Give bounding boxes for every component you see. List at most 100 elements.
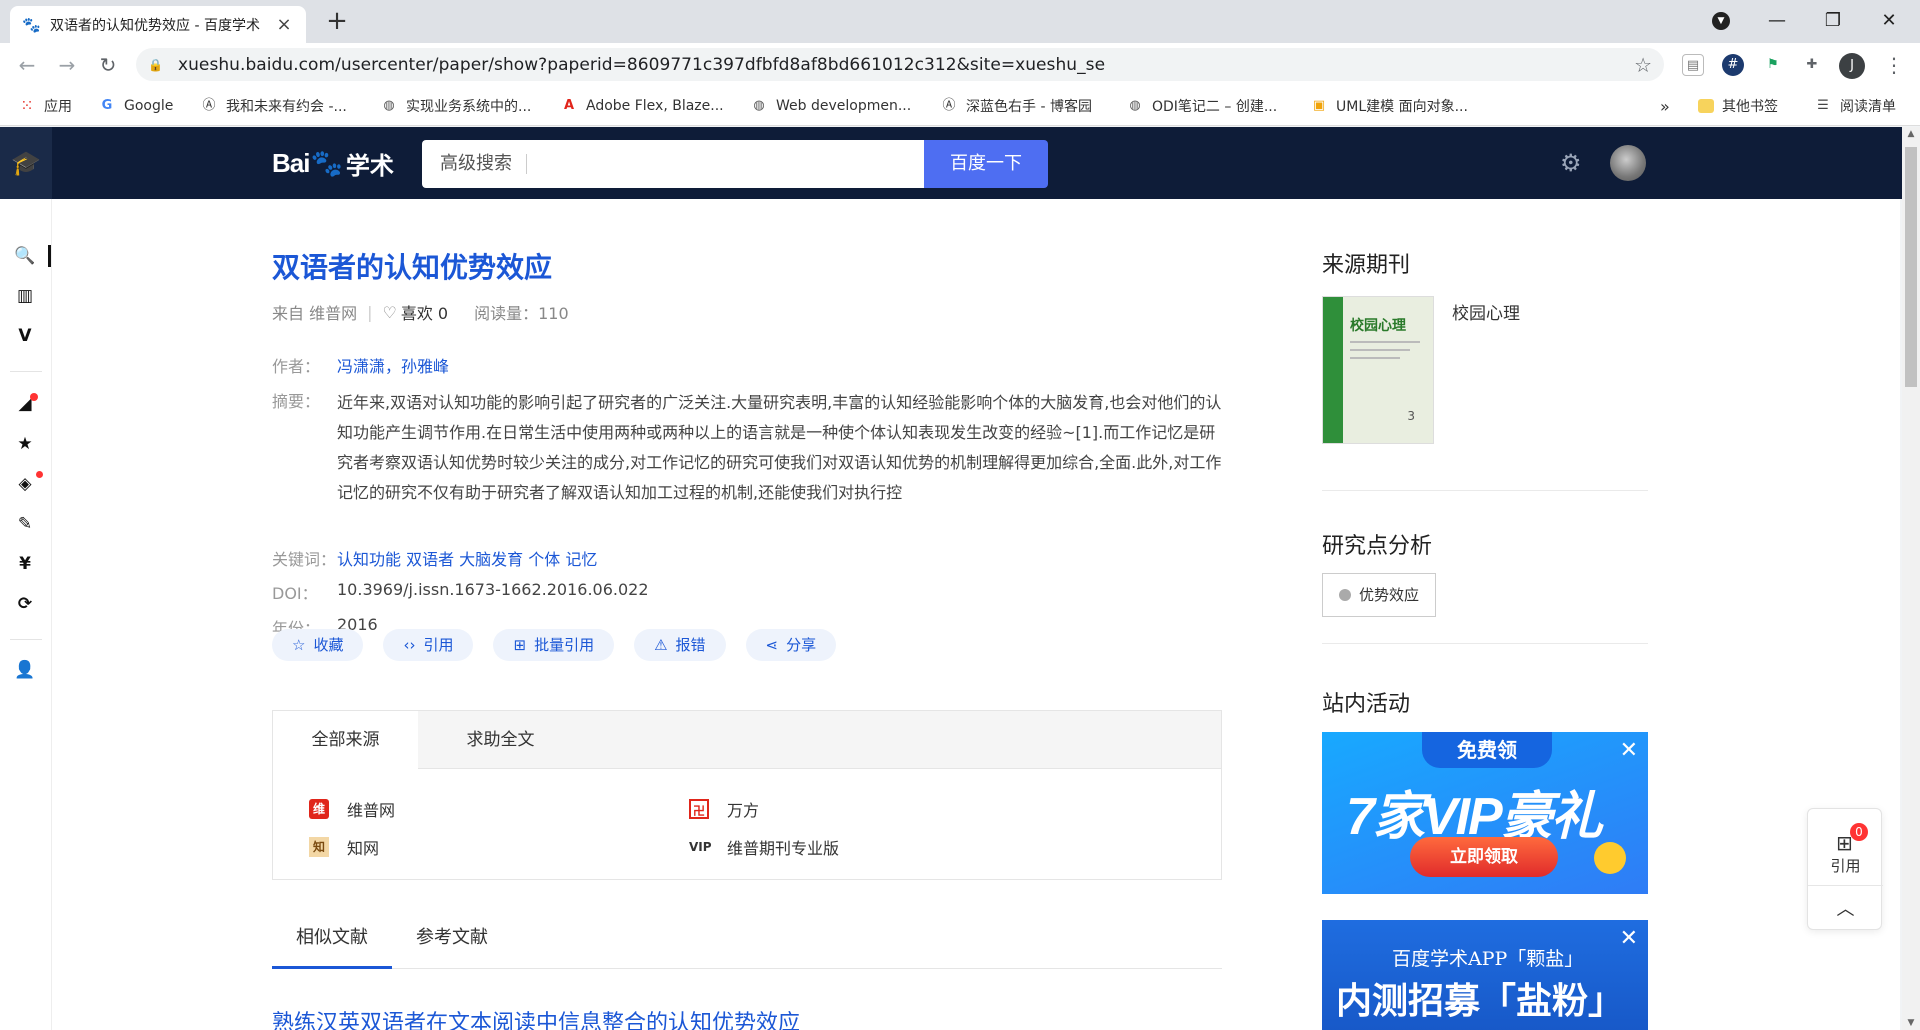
pen-icon[interactable]: ✎ <box>12 511 38 537</box>
hash-extension-icon[interactable]: # <box>1722 54 1744 76</box>
tab-search-icon[interactable]: ▼ <box>1712 12 1730 30</box>
browser-toolbar: ← → ↻ 🔒 xueshu.baidu.com/usercenter/pape… <box>0 43 1920 86</box>
cite-float-widget: ⊞ 0 引用 ︿ <box>1807 808 1883 930</box>
star-outline-icon: ☆ <box>292 636 306 654</box>
tab-all-sources[interactable]: 全部来源 <box>273 711 418 770</box>
collect-button[interactable]: ☆ 收藏 <box>272 629 364 661</box>
browser-tab[interactable]: 🐾 双语者的认知优势效应 - 百度学术 × <box>10 6 306 43</box>
code-icon: ‹› <box>403 636 416 654</box>
tab-close-icon[interactable]: × <box>274 14 294 35</box>
claim-now-button[interactable]: 立即领取 <box>1410 837 1558 877</box>
globe-icon: ◍ <box>383 98 395 113</box>
reload-icon[interactable]: ↻ <box>95 52 121 78</box>
bookmark-item[interactable]: ▣ UML建模 面向对象... <box>1310 95 1468 117</box>
maximize-icon[interactable]: ❐ <box>1818 8 1848 34</box>
library-icon[interactable]: ▥ <box>12 283 38 309</box>
banner-close-icon[interactable]: ✕ <box>1620 738 1638 763</box>
source-cnki[interactable]: 知 知网 <box>309 835 379 859</box>
bookmark-google[interactable]: G Google <box>98 95 174 117</box>
share-button[interactable]: ⋖ 分享 <box>745 629 837 661</box>
search-input[interactable]: 高级搜索 <box>422 140 924 188</box>
extensions-puzzle-icon[interactable]: ✚ <box>1801 54 1823 76</box>
search-button[interactable]: 百度一下 <box>924 140 1048 188</box>
tab-references[interactable]: 参考文献 <box>392 909 512 969</box>
bookmark-item[interactable]: ◍ Web developmen... <box>750 95 911 117</box>
advanced-search-link[interactable]: 高级搜索 <box>440 154 527 174</box>
scrollbar-thumb[interactable] <box>1905 147 1917 387</box>
tab-request-fulltext[interactable]: 求助全文 <box>418 711 583 769</box>
profile-avatar[interactable]: J <box>1839 53 1865 79</box>
scroll-down-arrow-icon[interactable]: ▼ <box>1902 1018 1920 1028</box>
search-icon[interactable]: 🔍 <box>12 243 38 269</box>
keyword-tag[interactable]: 优势效应 <box>1322 573 1437 617</box>
reader-icon[interactable]: ▤ <box>1682 54 1704 76</box>
wanfang-icon: 卍 <box>689 799 709 819</box>
user-avatar[interactable] <box>1610 145 1646 181</box>
layers-icon[interactable]: ◈ <box>12 471 38 497</box>
bookmark-item[interactable]: ◍ 实现业务系统中的... <box>380 95 531 117</box>
banner-close-icon[interactable]: ✕ <box>1620 926 1638 951</box>
weipu-pro-icon: VIP <box>689 840 712 854</box>
back-icon[interactable]: ← <box>14 52 40 78</box>
flag-extension-icon[interactable]: ⚑ <box>1762 54 1784 76</box>
gear-icon[interactable]: ⚙ <box>1560 149 1582 177</box>
cover-line <box>1350 341 1420 343</box>
paper-title[interactable]: 双语者的认知优势效应 <box>272 246 552 286</box>
heart-icon[interactable]: ♡ <box>382 303 396 322</box>
bookmark-label: 我和未来有约会 -... <box>226 99 347 115</box>
right-divider <box>1322 643 1648 644</box>
banner2-line1: 百度学术APP「颗盐」 <box>1392 948 1584 970</box>
banner2-line2: 内测招募「盐粉」 <box>1336 980 1625 1022</box>
cover-line <box>1350 357 1400 359</box>
journal-cover[interactable]: 校园心理 3 <box>1322 296 1434 444</box>
browser-menu-icon[interactable]: ⋮ <box>1884 52 1904 78</box>
bookmark-item[interactable]: A Adobe Flex, Blaze... <box>560 95 724 117</box>
scroll-up-arrow-icon[interactable]: ▲ <box>1902 129 1920 139</box>
bookmark-item[interactable]: Ⓐ 深蓝色右手 - 博客园 <box>940 95 1091 117</box>
related-paper-title[interactable]: 熟练汉英双语者在文本阅读中信息整合的认知优势效应 <box>272 1005 800 1030</box>
keyword-links[interactable]: 认知功能 双语者 大脑发育 个体 记忆 <box>337 546 597 570</box>
bookmark-item[interactable]: ◍ ODI笔记二 – 创建... <box>1126 95 1277 117</box>
refresh-icon[interactable]: ⟳ <box>12 591 38 617</box>
report-button[interactable]: ⚠ 报错 <box>634 629 726 661</box>
vip-gift-banner[interactable]: 免费领 7家VIP豪礼 立即领取 ✕ <box>1322 732 1648 894</box>
baidu-xueshu-logo[interactable]: Bai 🐾 学术 <box>272 143 394 183</box>
url-text[interactable]: xueshu.baidu.com/usercenter/paper/show?p… <box>178 55 1105 75</box>
journal-name[interactable]: 校园心理 <box>1452 299 1520 324</box>
minimize-icon[interactable]: — <box>1762 8 1792 34</box>
author-links[interactable]: 冯潇潇，孙雅峰 <box>337 353 449 377</box>
new-tab-icon[interactable]: + <box>325 8 349 34</box>
graduation-cap-icon[interactable]: 🎓 <box>0 127 52 199</box>
doi-label: DOI： <box>272 584 318 603</box>
back-to-top-icon[interactable]: ︿ <box>1808 895 1883 921</box>
address-bar[interactable]: 🔒 xueshu.baidu.com/usercenter/paper/show… <box>136 48 1664 81</box>
journal-heading: 来源期刊 <box>1322 253 1411 278</box>
left-sidebar: 🔍 ▥ V ◢ ★ ◈ ✎ ¥ ⟳ 👤 <box>0 199 52 1030</box>
other-bookmarks[interactable]: 其他书签 <box>1698 95 1778 117</box>
bookmark-apps[interactable]: ⁙ 应用 <box>18 95 72 117</box>
read-count: 阅读量：110 <box>474 304 569 323</box>
star-icon[interactable]: ★ <box>12 431 38 457</box>
user-icon[interactable]: 👤 <box>12 657 38 683</box>
source-weipu-pro[interactable]: VIP 维普期刊专业版 <box>689 835 839 859</box>
like-count[interactable]: 喜欢 0 <box>401 300 448 324</box>
page-scrollbar[interactable]: ▲ ▼ <box>1902 127 1920 1030</box>
source-wanfang[interactable]: 卍 万方 <box>689 797 759 821</box>
cite-float-label[interactable]: 引用 <box>1808 855 1883 876</box>
tab-similar-papers[interactable]: 相似文献 <box>272 909 392 969</box>
forward-icon[interactable]: → <box>54 52 80 78</box>
sources-tabs: 全部来源 求助全文 <box>273 711 1221 770</box>
app-recruit-banner[interactable]: 百度学术APP「颗盐」 内测招募「盐粉」 ✕ <box>1322 920 1648 1030</box>
batch-cite-button[interactable]: ⊞ 批量引用 <box>493 629 615 661</box>
vip-icon[interactable]: V <box>12 323 38 349</box>
window-close-icon[interactable]: ✕ <box>1874 8 1904 34</box>
bookmark-label: 阅读清单 <box>1840 99 1896 115</box>
cite-button[interactable]: ‹› 引用 <box>383 629 474 661</box>
source-weipu[interactable]: 维 维普网 <box>309 797 395 821</box>
yen-icon[interactable]: ¥ <box>12 551 38 577</box>
reading-list[interactable]: ☰ 阅读清单 <box>1814 95 1896 117</box>
bookmark-item[interactable]: Ⓐ 我和未来有约会 -... <box>200 95 347 117</box>
more-bookmarks-icon[interactable]: » <box>1660 95 1670 117</box>
bookmark-star-icon[interactable]: ☆ <box>1634 53 1652 77</box>
bookmark-label: Google <box>124 98 174 114</box>
